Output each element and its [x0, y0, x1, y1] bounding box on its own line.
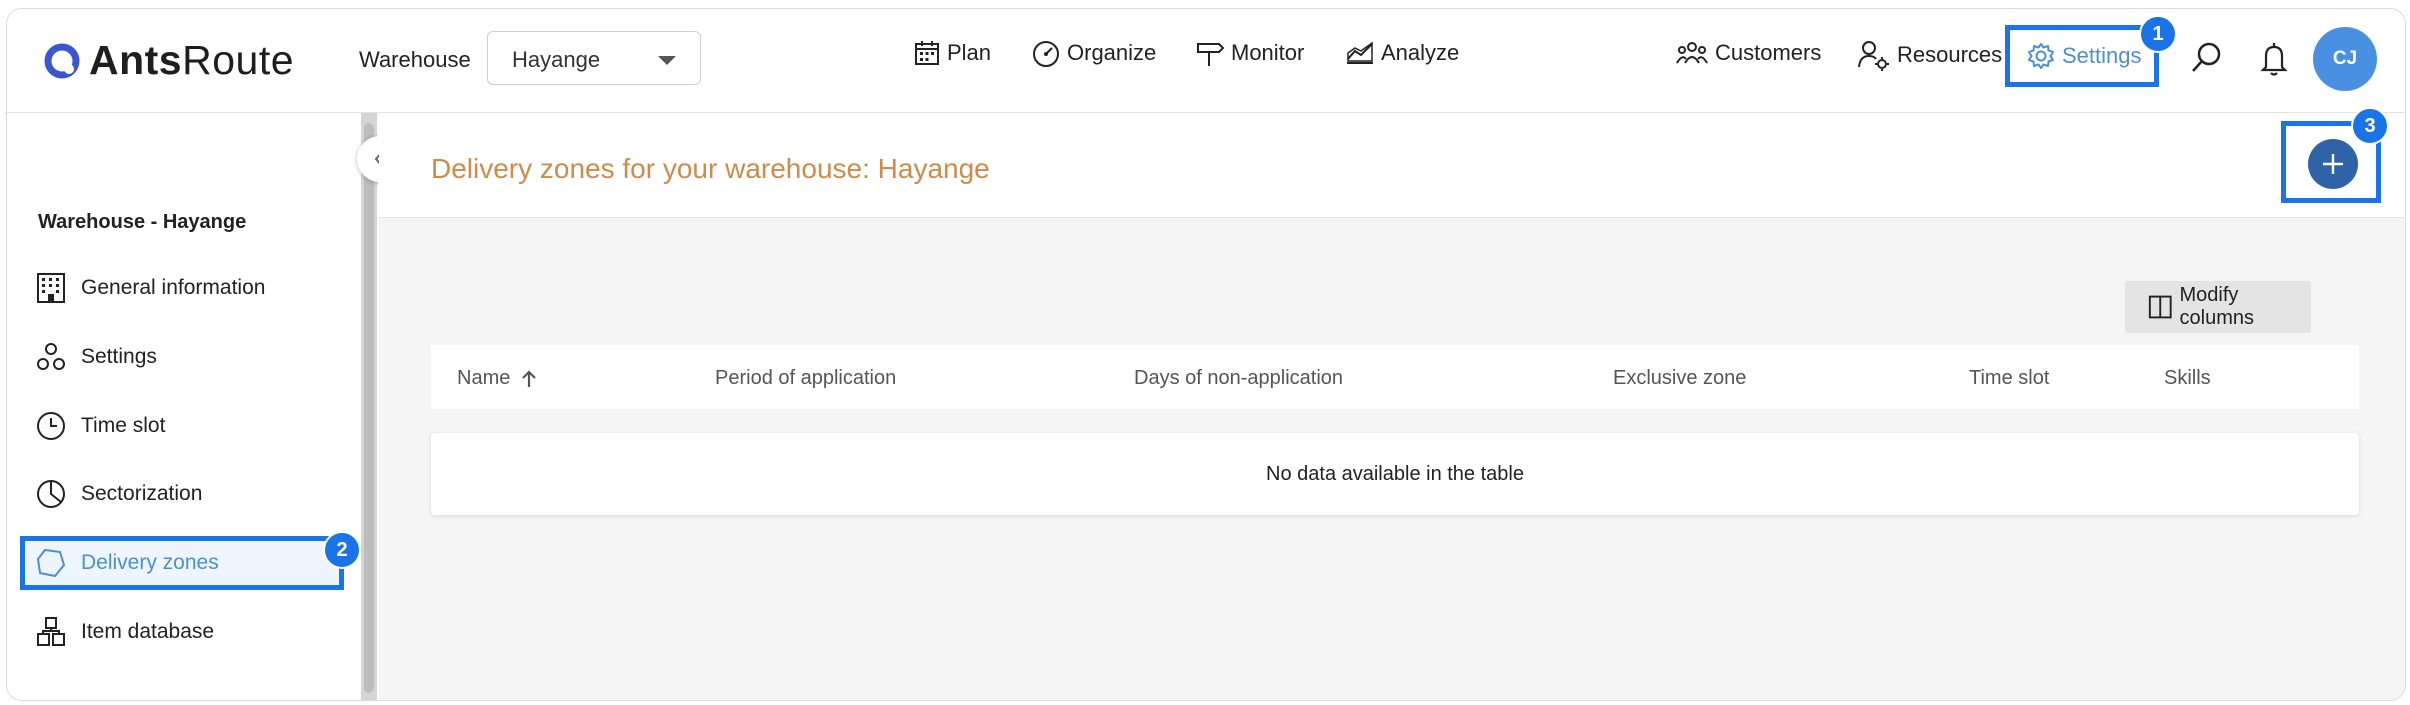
sidebar-item-label: Item database: [81, 620, 215, 643]
warehouse-select-value: Hayange: [512, 47, 601, 72]
polygon-icon: [36, 548, 66, 578]
nav-monitor-label: Monitor: [1231, 40, 1305, 65]
empty-table-message: No data available in the table: [1266, 463, 1524, 485]
column-label: Skills: [2164, 367, 2211, 389]
sidebar-item-label: Time slot: [81, 414, 166, 437]
sidebar-scrollbar[interactable]: [361, 113, 377, 700]
column-label: Time slot: [1969, 367, 2050, 389]
nav-resources[interactable]: Resources: [1857, 39, 2002, 71]
notifications-button[interactable]: [2259, 41, 2289, 82]
column-exclusive-zone[interactable]: Exclusive zone: [1613, 367, 1746, 390]
nav-customers[interactable]: Customers: [1675, 39, 1821, 67]
nav-settings[interactable]: Settings: [2005, 25, 2159, 87]
modify-columns-label: Modify columns: [2179, 284, 2254, 329]
add-zone-button[interactable]: [2308, 139, 2358, 189]
column-label: Days of non-application: [1134, 367, 1344, 389]
sidebar-item-label: General information: [81, 276, 266, 299]
column-time-slot[interactable]: Time slot: [1969, 367, 2049, 390]
nav-analyze[interactable]: Analyze: [1345, 39, 1459, 67]
column-label: Period of application: [715, 367, 897, 389]
step-badge-1: 1: [2139, 15, 2177, 53]
app-window: AntsRoute Warehouse Hayange Plan Organiz…: [6, 8, 2406, 701]
clock-icon: [37, 412, 65, 440]
column-label: Name: [457, 367, 511, 389]
users-group-icon: [1676, 42, 1708, 64]
nav-settings-label: Settings: [2062, 43, 2142, 68]
pie-icon: [37, 480, 65, 508]
sidebar-item-general-information[interactable]: General information: [35, 272, 265, 304]
nav-customers-label: Customers: [1715, 40, 1822, 65]
main-content: Delivery zones for your warehouse: Hayan…: [379, 113, 2405, 700]
sidebar-item-label: Settings: [81, 345, 157, 368]
search-icon: [2192, 42, 2221, 72]
plus-icon: [2323, 154, 2343, 174]
nav-monitor[interactable]: Monitor: [1195, 39, 1304, 67]
step-badge-3: 3: [2351, 107, 2389, 145]
signpost-icon: [1197, 43, 1225, 66]
search-button[interactable]: [2189, 41, 2223, 80]
nav-analyze-label: Analyze: [1381, 40, 1460, 65]
logo-text: AntsRoute: [89, 37, 295, 83]
main-header: Delivery zones for your warehouse: Hayan…: [379, 113, 2405, 218]
chart-area-icon: [1347, 41, 1373, 64]
column-skills[interactable]: Skills: [2164, 367, 2211, 390]
sidebar-item-time-slot[interactable]: Time slot: [35, 410, 165, 442]
boxes-icon: [37, 617, 65, 646]
calendar-icon: [915, 41, 939, 65]
sidebar-item-label: Delivery zones: [81, 551, 219, 574]
warehouse-select[interactable]: Hayange: [487, 31, 701, 85]
page-title: Delivery zones for your warehouse: Hayan…: [431, 153, 990, 184]
gear-icon: [2028, 43, 2054, 69]
column-days-of-non-application[interactable]: Days of non-application: [1134, 367, 1343, 390]
settings-nodes-icon: [37, 343, 65, 370]
warehouse-label: Warehouse: [359, 47, 471, 72]
sort-ascending-icon[interactable]: [518, 368, 540, 390]
top-bar: AntsRoute Warehouse Hayange Plan Organiz…: [7, 9, 2405, 113]
nav-plan[interactable]: Plan: [913, 39, 991, 67]
column-period-of-application[interactable]: Period of application: [715, 367, 896, 390]
sidebar-title: Warehouse - Hayange: [38, 211, 247, 233]
step-badge-2: 2: [323, 531, 361, 569]
nav-resources-label: Resources: [1897, 42, 2003, 67]
gauge-icon: [1033, 41, 1059, 67]
modify-columns-button[interactable]: Modify columns: [2125, 281, 2311, 333]
bell-icon: [2260, 43, 2288, 76]
user-gear-icon: [1858, 41, 1889, 71]
sidebar-item-delivery-zones[interactable]: Delivery zones: [35, 547, 219, 579]
building-icon: [37, 273, 65, 303]
table-body: No data available in the table: [431, 433, 2359, 515]
user-avatar[interactable]: CJ: [2313, 27, 2377, 91]
scrollbar-thumb[interactable]: [364, 123, 374, 693]
nav-organize[interactable]: Organize: [1031, 39, 1156, 67]
column-name[interactable]: Name: [457, 367, 540, 390]
sidebar-item-label: Sectorization: [81, 482, 203, 505]
column-label: Exclusive zone: [1613, 367, 1747, 389]
sidebar: [7, 113, 361, 700]
columns-icon: [2148, 295, 2172, 319]
sidebar-item-settings[interactable]: Settings: [35, 341, 157, 373]
nav-organize-label: Organize: [1067, 40, 1157, 65]
ants-logo-icon: [44, 43, 80, 78]
logo[interactable]: AntsRoute: [43, 37, 294, 84]
chevron-down-icon: [658, 56, 676, 65]
nav-plan-label: Plan: [947, 40, 992, 65]
sidebar-item-item-database[interactable]: Item database: [35, 616, 214, 648]
table-header: Name Period of application Days of non-a…: [431, 345, 2359, 409]
sidebar-item-sectorization[interactable]: Sectorization: [35, 478, 202, 510]
